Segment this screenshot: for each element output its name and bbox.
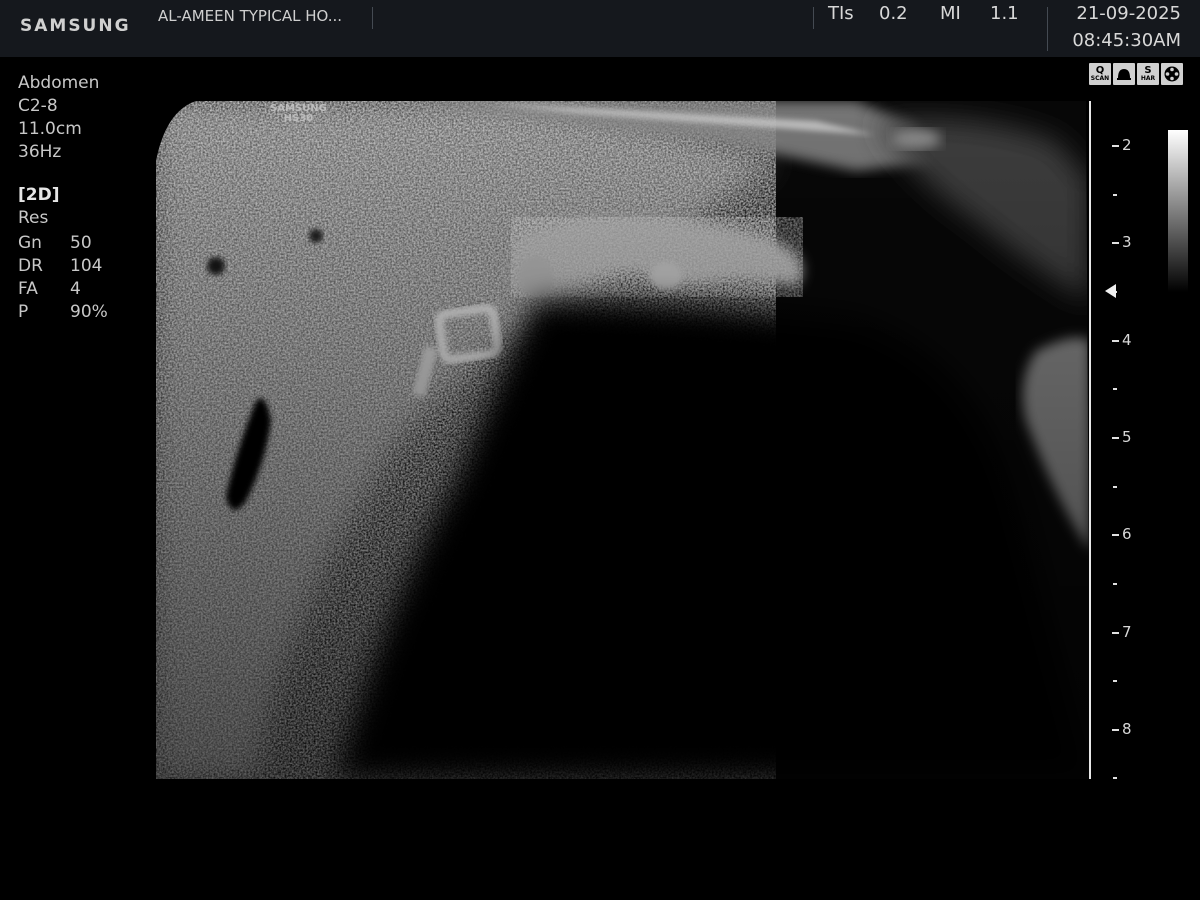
depth-tick-label: 7 <box>1122 622 1132 641</box>
param-value: 90% <box>70 302 108 322</box>
depth-tick-major <box>1112 339 1119 342</box>
depth-tick-label: 6 <box>1122 525 1132 544</box>
focus-marker-icon[interactable] <box>1105 284 1116 298</box>
depth-tick-label: 8 <box>1122 719 1132 738</box>
header-divider <box>1047 7 1048 51</box>
gain-row: Gn 50 <box>18 233 92 253</box>
tis-value: 0.2 <box>879 3 908 24</box>
qscan-icon[interactable]: Q SCAN <box>1089 63 1111 85</box>
depth-tick-minor <box>1113 485 1117 488</box>
depth-tick-minor <box>1113 680 1117 683</box>
preset-label: Abdomen <box>18 73 100 93</box>
frame-rate-label: 36Hz <box>18 142 62 162</box>
s-harmonic-icon[interactable]: S HAR <box>1137 63 1159 85</box>
scan-icons: Q SCAN S HAR <box>1089 63 1183 85</box>
date-display: 21-09-2025 <box>1076 3 1181 24</box>
param-value: 104 <box>70 256 103 276</box>
ultrasound-image <box>156 101 1090 779</box>
depth-scale-line <box>1089 101 1091 779</box>
ultrasound-screen: SAMSUNG AL-AMEEN TYPICAL HO... TIs 0.2 M… <box>0 0 1200 900</box>
param-key: P <box>18 302 29 322</box>
param-key: DR <box>18 256 43 276</box>
s-harmonic-sub: HAR <box>1140 75 1156 82</box>
time-display: 08:45:30AM <box>1072 30 1181 51</box>
hospital-name: AL-AMEEN TYPICAL HO... <box>158 7 343 25</box>
qscan-icon-sub: SCAN <box>1090 75 1110 82</box>
depth-tick-major <box>1112 728 1119 731</box>
mi-value: 1.1 <box>990 3 1019 24</box>
film-reel-icon[interactable] <box>1161 63 1183 85</box>
param-value: 50 <box>70 233 92 253</box>
depth-tick-minor <box>1113 193 1117 196</box>
depth-tick-minor <box>1113 777 1117 780</box>
header-divider <box>813 7 814 29</box>
header-divider <box>372 7 373 29</box>
param-key: FA <box>18 279 38 299</box>
depth-tick-label: 2 <box>1122 136 1132 154</box>
depth-tick-major <box>1112 436 1119 439</box>
watermark-model: HS30 <box>283 113 314 124</box>
depth-tick-minor <box>1113 388 1117 391</box>
depth-label: 11.0cm <box>18 119 82 139</box>
grayscale-bar <box>1168 130 1188 292</box>
image-watermark: SAMSUNG HS30 <box>270 104 327 124</box>
probe-icon[interactable] <box>1113 63 1135 85</box>
param-key: Gn <box>18 233 42 253</box>
qscan-icon-letter: Q <box>1095 65 1105 76</box>
depth-tick-major <box>1112 145 1119 147</box>
s-harmonic-letter: S <box>1144 65 1152 76</box>
depth-tick-label: 5 <box>1122 427 1132 446</box>
dynamic-range-row: DR 104 <box>18 256 102 276</box>
depth-tick-minor <box>1113 582 1117 585</box>
header-bar: SAMSUNG AL-AMEEN TYPICAL HO... TIs 0.2 M… <box>0 0 1200 57</box>
brand-logo: SAMSUNG <box>20 16 131 36</box>
param-value: 4 <box>70 279 81 299</box>
depth-tick-major <box>1112 534 1119 537</box>
frame-avg-row: FA 4 <box>18 279 81 299</box>
resolution-label: Res <box>18 208 49 228</box>
tis-label: TIs <box>828 3 854 24</box>
depth-tick-label: 4 <box>1122 330 1132 349</box>
probe-label: C2-8 <box>18 96 58 116</box>
depth-tick-major <box>1112 631 1119 634</box>
depth-tick-major <box>1112 242 1119 245</box>
mi-label: MI <box>940 3 961 24</box>
power-row: P 90% <box>18 302 108 322</box>
depth-tick-label: 3 <box>1122 233 1132 252</box>
mode-label: [2D] <box>18 185 60 205</box>
